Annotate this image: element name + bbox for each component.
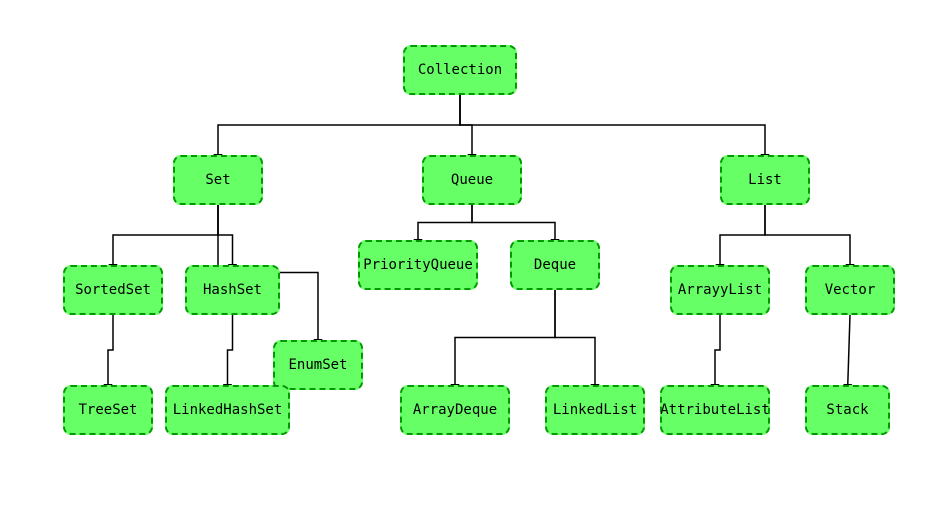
node-arraydeque: ArrayDeque: [400, 385, 510, 435]
node-queue: Queue: [422, 155, 522, 205]
node-hashset: HashSet: [185, 265, 280, 315]
node-priorityqueue: PriorityQueue: [358, 240, 478, 290]
node-arraylist: ArrayyList: [670, 265, 770, 315]
diagram: Collection Set Queue List SortedSet HashSet En…: [0, 0, 939, 510]
node-linkedhashset: LinkedHashSet: [165, 385, 290, 435]
node-collection: Collection: [403, 45, 517, 95]
node-treeset: TreeSet: [63, 385, 153, 435]
node-attributelist: AttributeList: [660, 385, 770, 435]
node-vector: Vector: [805, 265, 895, 315]
node-sortedset: SortedSet: [63, 265, 163, 315]
node-deque: Deque: [510, 240, 600, 290]
node-set: Set: [173, 155, 263, 205]
node-list: List: [720, 155, 810, 205]
node-linkedlist: LinkedList: [545, 385, 645, 435]
node-stack: Stack: [805, 385, 890, 435]
node-enumset: EnumSet: [273, 340, 363, 390]
